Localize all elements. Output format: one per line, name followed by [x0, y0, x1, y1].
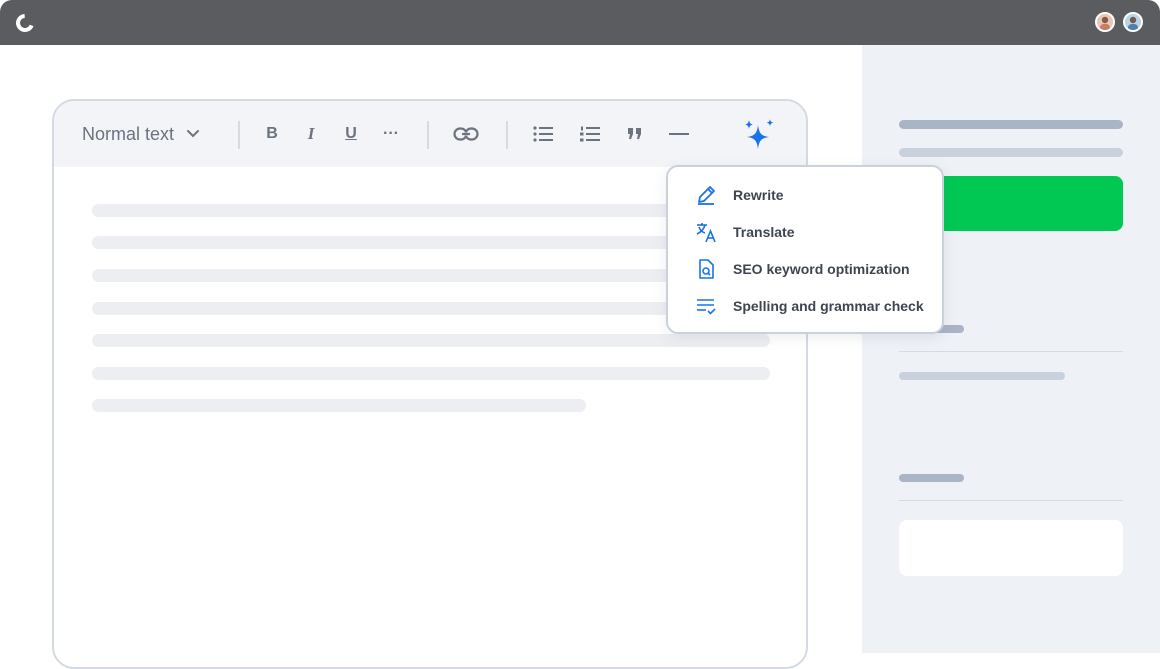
menu-item-label: SEO keyword optimization	[733, 261, 910, 277]
placeholder-text-line	[92, 367, 770, 380]
app-logo-icon[interactable]	[14, 12, 36, 34]
toolbar-divider	[506, 121, 508, 149]
seo-document-icon	[699, 259, 714, 279]
skeleton-title	[899, 120, 1123, 129]
placeholder-text-line	[92, 334, 770, 347]
numbered-list-button[interactable]	[577, 121, 603, 147]
app-titlebar	[0, 0, 1160, 45]
menu-item-seo-keyword-optimization[interactable]: SEO keyword optimization	[668, 252, 942, 286]
menu-item-label: Translate	[733, 224, 795, 240]
menu-item-label: Spelling and grammar check	[733, 298, 924, 314]
more-icon: ···	[383, 125, 399, 142]
underline-button[interactable]: U	[338, 121, 364, 147]
text-style-dropdown[interactable]: Normal text	[82, 121, 222, 147]
bold-icon: B	[266, 125, 278, 142]
quote-icon	[628, 128, 641, 139]
menu-item-label: Rewrite	[733, 187, 784, 203]
input-card[interactable]	[899, 520, 1123, 576]
person-icon	[1128, 16, 1138, 30]
section-divider	[899, 351, 1123, 352]
chevron-down-icon	[187, 130, 200, 138]
bulleted-list-button[interactable]	[530, 121, 556, 147]
translate-icon	[696, 223, 716, 243]
spellcheck-icon	[697, 299, 716, 315]
italic-icon: I	[307, 124, 315, 143]
sparkle-icon	[745, 119, 774, 149]
ai-actions-menu: Rewrite Translate SEO keyword optimizati…	[666, 165, 944, 334]
user-avatar-1[interactable]	[1095, 12, 1115, 32]
person-icon	[1100, 16, 1110, 30]
skeleton-subtitle	[899, 148, 1123, 157]
more-formatting-button[interactable]: ···	[378, 121, 404, 147]
blockquote-button[interactable]	[622, 121, 648, 147]
toolbar-divider	[427, 121, 429, 149]
bold-button[interactable]: B	[259, 121, 285, 147]
side-panel	[862, 45, 1160, 653]
menu-item-rewrite[interactable]: Rewrite	[668, 178, 942, 212]
horizontal-rule-button[interactable]	[666, 121, 692, 147]
section-divider	[899, 500, 1123, 501]
numbered-list-icon	[580, 126, 600, 142]
italic-button[interactable]: I	[298, 121, 324, 147]
underline-icon: U	[345, 125, 357, 142]
link-icon	[453, 127, 479, 141]
link-button[interactable]	[451, 121, 481, 147]
user-avatar-2[interactable]	[1123, 12, 1143, 32]
bulleted-list-icon	[533, 126, 553, 142]
text-style-label: Normal text	[82, 123, 175, 144]
placeholder-text-line	[92, 399, 586, 412]
skeleton-section-label	[899, 474, 964, 482]
menu-item-translate[interactable]: Translate	[668, 215, 942, 249]
pencil-icon	[698, 186, 715, 205]
toolbar-divider	[238, 121, 240, 149]
menu-item-spelling-grammar-check[interactable]: Spelling and grammar check	[668, 289, 942, 323]
skeleton-line	[899, 372, 1065, 380]
editor-toolbar: Normal text B I U ···	[54, 101, 806, 167]
ai-assistant-button[interactable]	[740, 115, 780, 155]
horizontal-rule-icon	[669, 133, 689, 135]
